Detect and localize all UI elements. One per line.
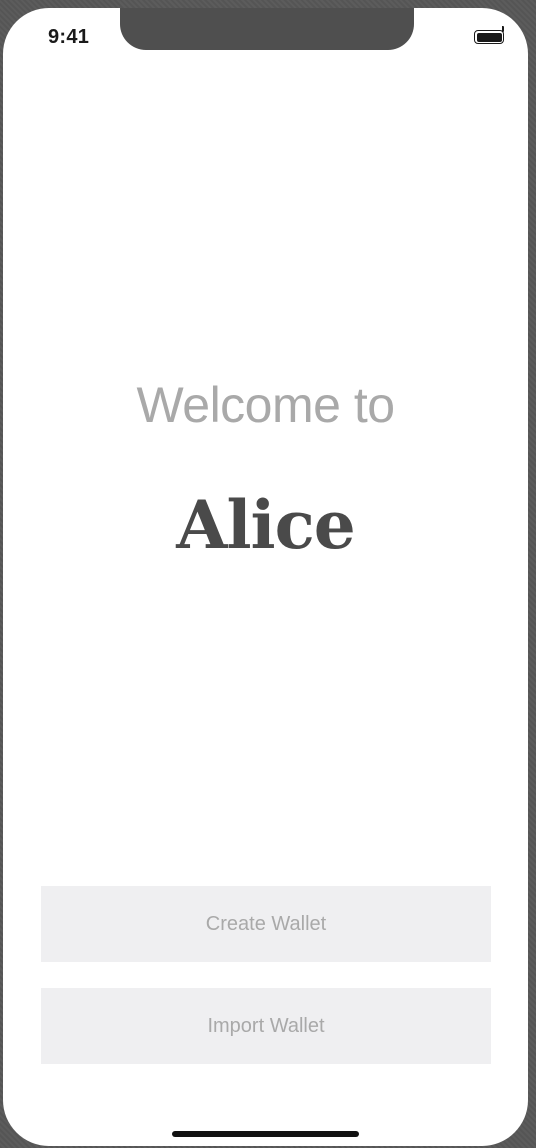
welcome-heading: Welcome to: [136, 377, 395, 433]
device-notch: [120, 8, 414, 50]
battery-full-icon: [474, 30, 504, 44]
battery-level: [476, 32, 502, 42]
home-indicator[interactable]: [172, 1131, 359, 1137]
battery-tip: [502, 26, 504, 32]
create-wallet-button[interactable]: Create Wallet: [41, 886, 491, 962]
phone-screen: 9:41 Welcome to Alice Create Wallet Impo…: [3, 8, 528, 1146]
status-bar-time: 9:41: [48, 26, 90, 48]
app-name-title: Alice: [176, 486, 356, 564]
import-wallet-button[interactable]: Import Wallet: [41, 988, 491, 1064]
